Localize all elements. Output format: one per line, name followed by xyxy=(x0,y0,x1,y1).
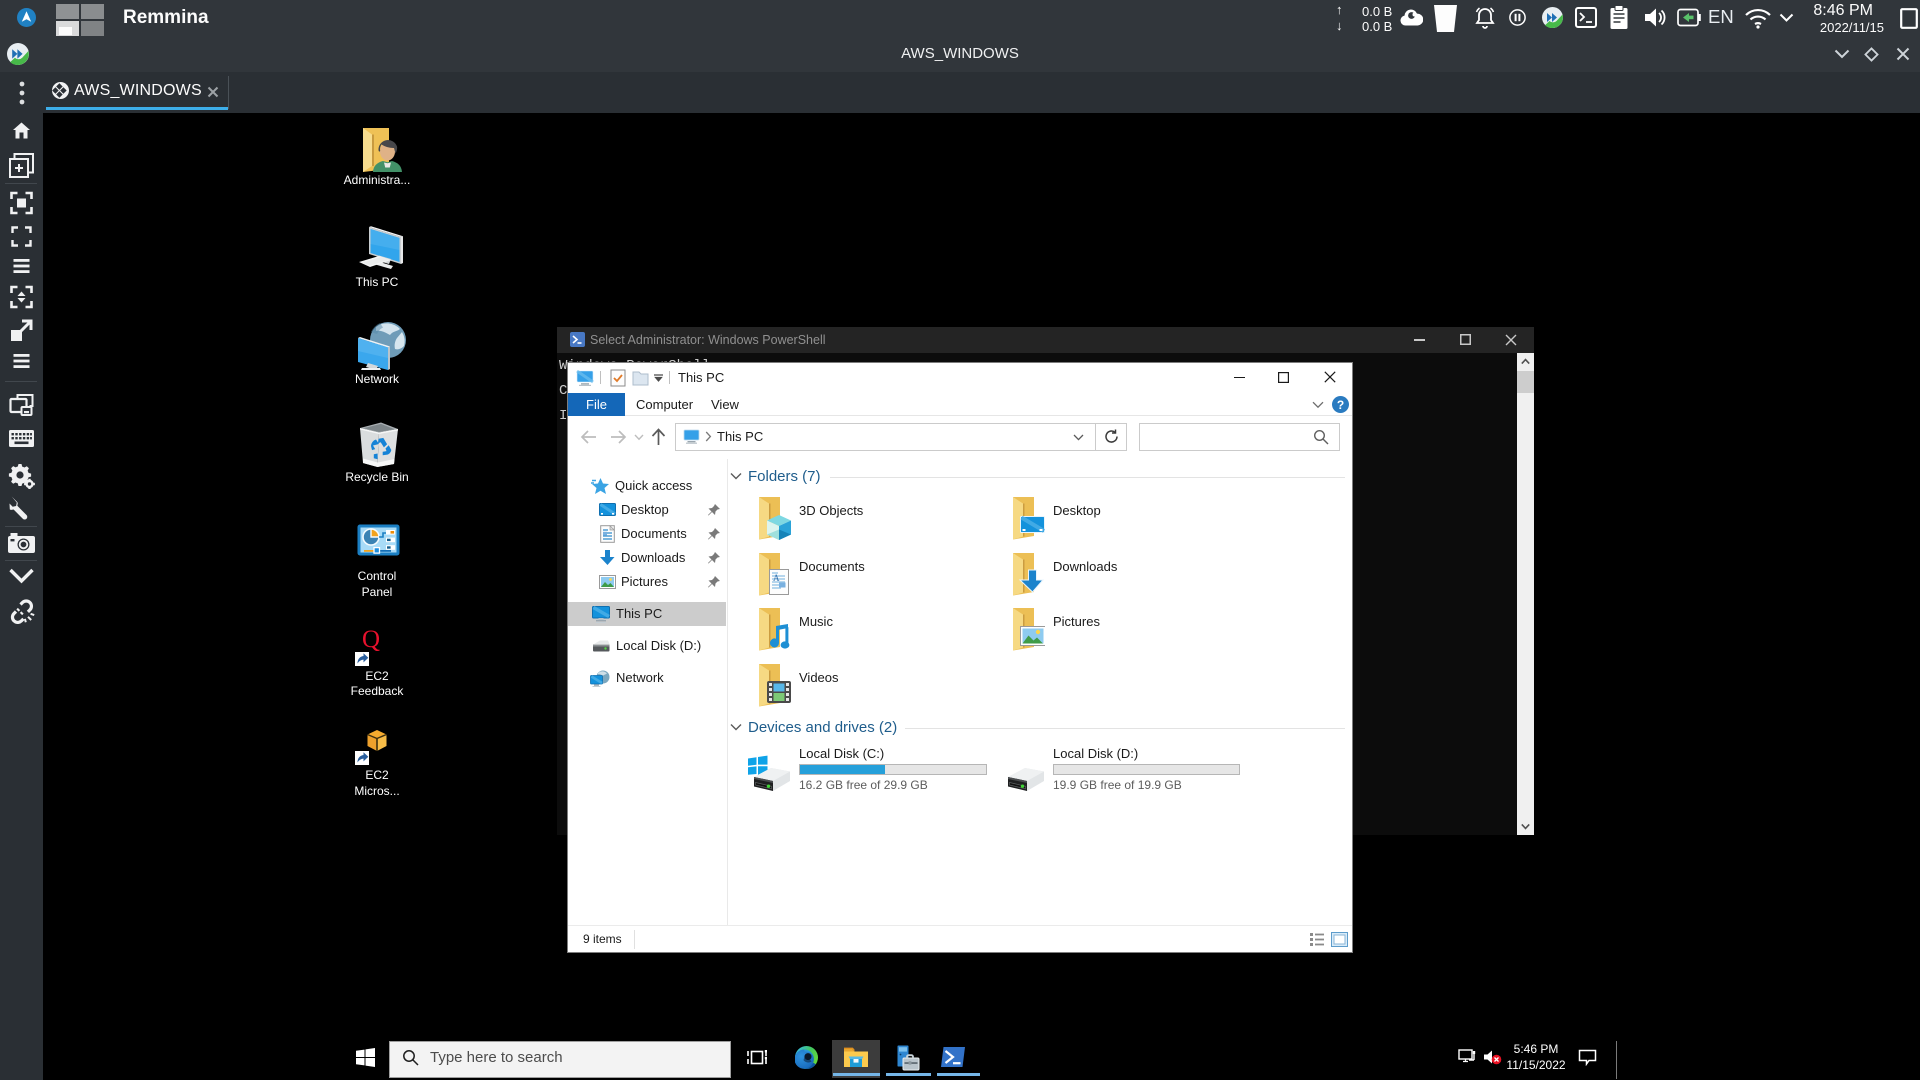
svg-text:A: A xyxy=(773,573,780,583)
svg-text:?: ? xyxy=(1337,398,1344,412)
